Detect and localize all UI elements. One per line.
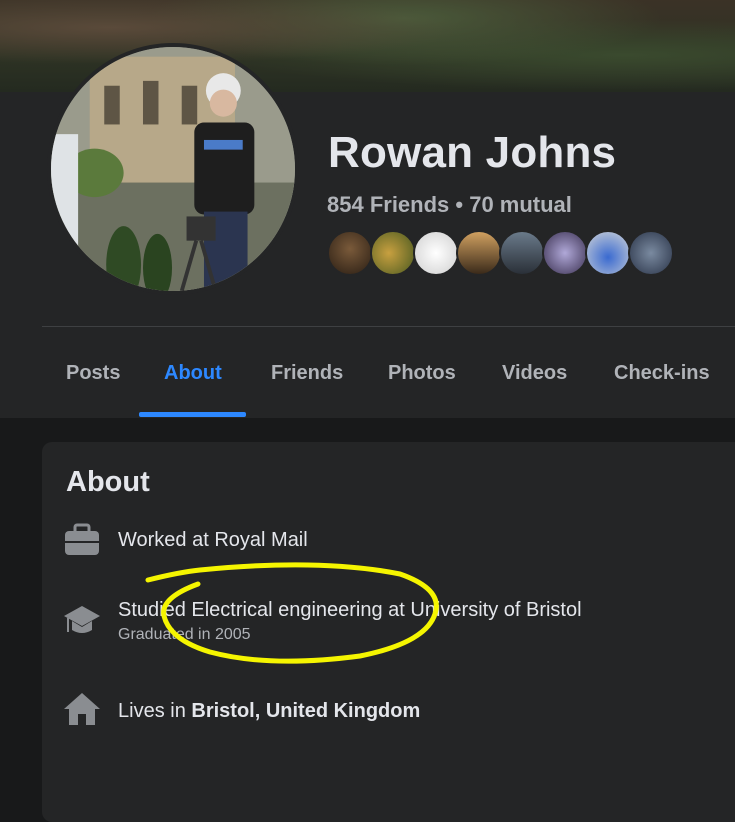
work-info: Worked at Royal Mail bbox=[118, 529, 308, 551]
profile-picture[interactable] bbox=[47, 43, 299, 295]
header-divider bbox=[42, 326, 735, 327]
tab-videos[interactable]: Videos bbox=[502, 328, 567, 418]
friend-avatar[interactable] bbox=[628, 230, 674, 276]
tab-posts[interactable]: Posts bbox=[66, 328, 120, 418]
profile-name: Rowan Johns bbox=[328, 128, 617, 177]
friends-count-link[interactable]: 854 Friends • 70 mutual bbox=[327, 192, 572, 218]
briefcase-icon bbox=[63, 521, 101, 559]
tab-friends[interactable]: Friends bbox=[271, 328, 343, 418]
friend-avatar[interactable] bbox=[585, 230, 631, 276]
about-card-title: About bbox=[66, 466, 150, 498]
friend-avatar[interactable] bbox=[327, 230, 373, 276]
tab-check-ins[interactable]: Check-ins bbox=[614, 328, 710, 418]
profile-tabs: Posts About Friends Photos Videos Check-… bbox=[0, 328, 735, 418]
active-tab-indicator bbox=[139, 412, 246, 417]
education-info: Studied Electrical engineering at Univer… bbox=[118, 599, 582, 621]
residence-place-link[interactable]: Bristol, United Kingdom bbox=[191, 700, 420, 722]
residence-prefix: Lives in bbox=[118, 700, 192, 722]
friend-avatar[interactable] bbox=[542, 230, 588, 276]
residence-info: Lives in Bristol, United Kingdom bbox=[118, 700, 420, 723]
friend-avatar[interactable] bbox=[456, 230, 502, 276]
education-graduation-year: Graduated in 2005 bbox=[118, 626, 251, 643]
tab-about[interactable]: About bbox=[164, 328, 222, 418]
home-icon bbox=[63, 690, 101, 728]
mutual-friends-avatars bbox=[327, 230, 677, 278]
graduation-cap-icon bbox=[63, 602, 101, 640]
friend-avatar[interactable] bbox=[370, 230, 416, 276]
tab-photos[interactable]: Photos bbox=[388, 328, 456, 418]
friend-avatar[interactable] bbox=[413, 230, 459, 276]
friend-avatar[interactable] bbox=[499, 230, 545, 276]
